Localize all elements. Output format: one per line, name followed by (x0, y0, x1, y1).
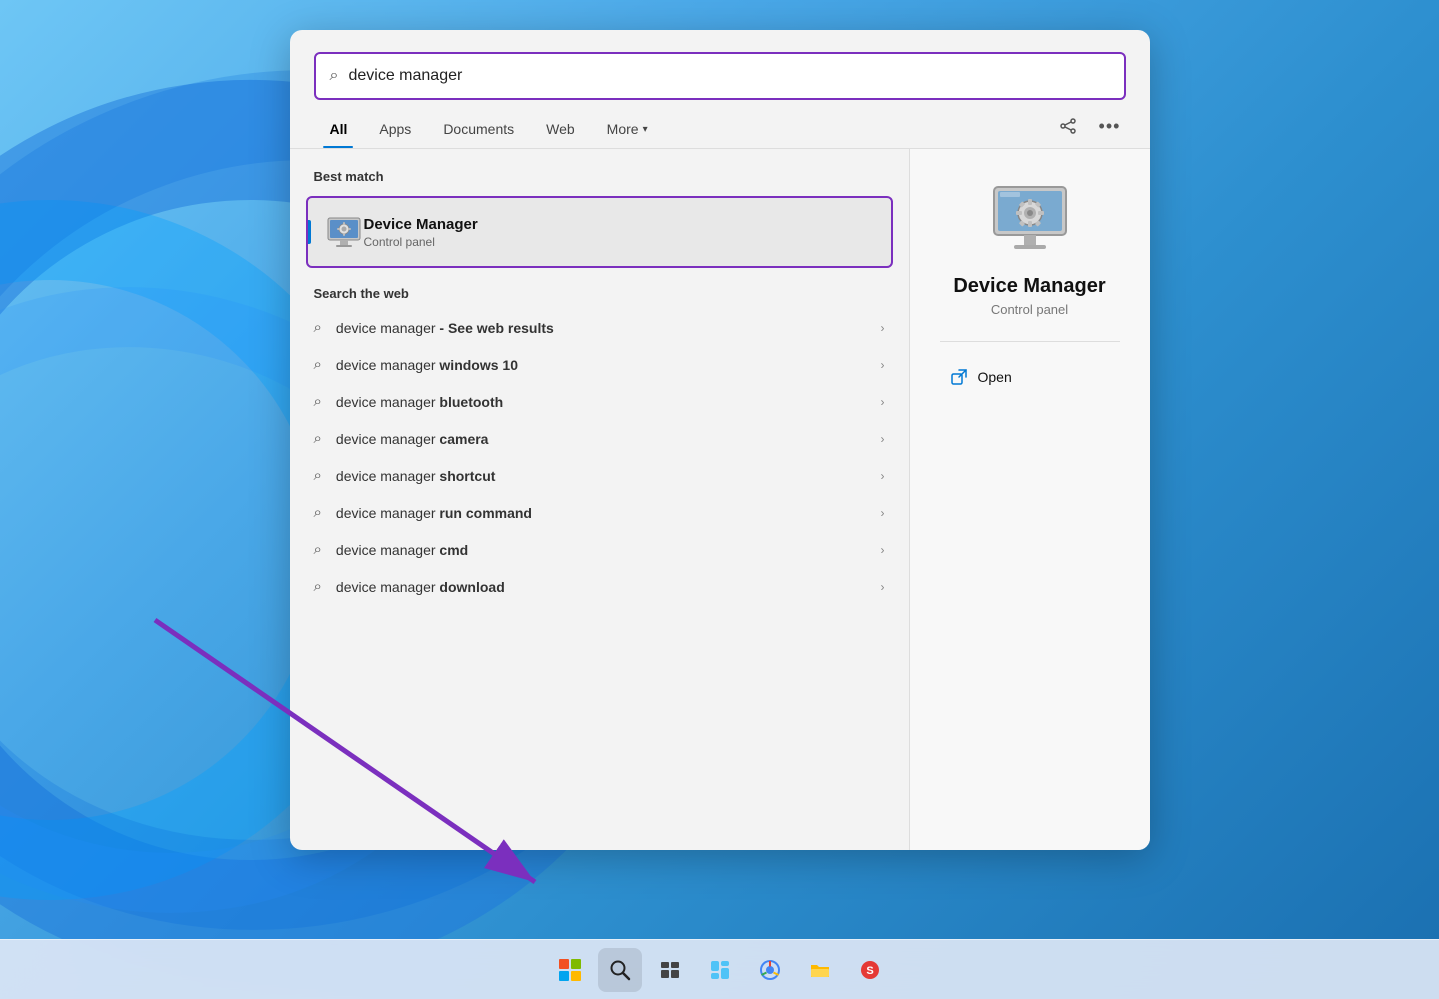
search-taskbar-icon (609, 959, 631, 981)
left-panel: Best match (290, 149, 910, 850)
widgets-button[interactable] (698, 948, 742, 992)
chrome-button[interactable] (748, 948, 792, 992)
chevron-right-icon-5: › (881, 469, 885, 483)
svg-text:S: S (866, 965, 873, 977)
device-manager-large-icon (990, 179, 1070, 259)
chevron-right-icon-4: › (881, 432, 885, 446)
tab-apps[interactable]: Apps (363, 111, 427, 147)
chevron-right-icon-2: › (881, 358, 885, 372)
file-explorer-icon (809, 959, 831, 981)
task-view-icon (659, 959, 681, 981)
chevron-right-icon: › (881, 321, 885, 335)
web-item-text-download: device manager download (336, 579, 867, 595)
tab-more-label: More (607, 121, 639, 137)
web-item-runcommand[interactable]: ⌕ device manager run command › (290, 494, 909, 531)
web-item-text-see-web: device manager - See web results (336, 320, 867, 336)
widgets-icon (709, 959, 731, 981)
tabs-row: All Apps Documents Web More ▾ (290, 110, 1150, 149)
best-match-bar (308, 220, 311, 244)
file-explorer-button[interactable] (798, 948, 842, 992)
search-web-icon-4: ⌕ (314, 430, 322, 447)
open-icon (950, 368, 968, 386)
task-view-button[interactable] (648, 948, 692, 992)
best-match-item[interactable]: Device Manager Control panel (306, 196, 893, 268)
search-web-icon: ⌕ (314, 319, 322, 336)
desktop: ⌕ All Apps Documents Web More ▾ (0, 0, 1439, 999)
search-icon: ⌕ (330, 67, 339, 85)
share-icon-button[interactable] (1052, 110, 1084, 142)
search-bar[interactable]: ⌕ (314, 52, 1126, 100)
ellipsis-icon: ••• (1099, 116, 1121, 137)
best-match-subtitle: Control panel (364, 235, 478, 249)
web-item-windows10[interactable]: ⌕ device manager windows 10 › (290, 346, 909, 383)
open-button[interactable]: Open (940, 362, 1022, 392)
open-label: Open (978, 369, 1012, 385)
web-item-text-cmd: device manager cmd (336, 542, 867, 558)
tab-more[interactable]: More ▾ (591, 111, 664, 147)
search-input[interactable] (348, 67, 1109, 85)
app6-icon: S (859, 959, 881, 981)
web-item-text-bluetooth: device manager bluetooth (336, 394, 867, 410)
search-taskbar-button[interactable] (598, 948, 642, 992)
web-item-cmd[interactable]: ⌕ device manager cmd › (290, 531, 909, 568)
web-item-camera[interactable]: ⌕ device manager camera › (290, 420, 909, 457)
tab-web[interactable]: Web (530, 111, 591, 147)
web-item-see-web[interactable]: ⌕ device manager - See web results › (290, 309, 909, 346)
chevron-right-icon-3: › (881, 395, 885, 409)
tab-all[interactable]: All (314, 111, 364, 147)
web-item-text-runcommand: device manager run command (336, 505, 867, 521)
web-item-download[interactable]: ⌕ device manager download › (290, 568, 909, 605)
web-item-shortcut[interactable]: ⌕ device manager shortcut › (290, 457, 909, 494)
right-app-title: Device Manager (953, 275, 1105, 298)
chrome-icon (759, 959, 781, 981)
search-web-icon-3: ⌕ (314, 393, 322, 410)
web-item-text-shortcut: device manager shortcut (336, 468, 867, 484)
best-match-title: Device Manager (364, 216, 478, 233)
chevron-right-icon-6: › (881, 506, 885, 520)
tab-documents[interactable]: Documents (427, 111, 530, 147)
tabs-icons: ••• (1052, 110, 1126, 148)
main-content: Best match (290, 149, 1150, 850)
chevron-down-icon: ▾ (643, 124, 648, 135)
taskbar: S (0, 939, 1439, 999)
search-web-icon-6: ⌕ (314, 504, 322, 521)
web-item-text-camera: device manager camera (336, 431, 867, 447)
search-web-icon-2: ⌕ (314, 356, 322, 373)
search-web-icon-5: ⌕ (314, 467, 322, 484)
right-app-subtitle: Control panel (991, 302, 1068, 317)
right-panel: Device Manager Control panel Open (910, 149, 1150, 850)
search-bar-container: ⌕ (290, 30, 1150, 100)
search-web-icon-8: ⌕ (314, 578, 322, 595)
web-item-bluetooth[interactable]: ⌕ device manager bluetooth › (290, 383, 909, 420)
chevron-right-icon-8: › (881, 580, 885, 594)
web-item-text-windows10: device manager windows 10 (336, 357, 867, 373)
search-web-icon-7: ⌕ (314, 541, 322, 558)
best-match-info: Device Manager Control panel (364, 216, 478, 249)
best-match-label: Best match (290, 169, 909, 196)
device-manager-icon (324, 212, 364, 252)
start-button[interactable] (548, 948, 592, 992)
windows-logo (559, 959, 581, 981)
more-options-button[interactable]: ••• (1094, 110, 1126, 142)
app6-button[interactable]: S (848, 948, 892, 992)
right-divider (940, 341, 1120, 342)
web-section-label: Search the web (290, 276, 909, 309)
chevron-right-icon-7: › (881, 543, 885, 557)
search-panel: ⌕ All Apps Documents Web More ▾ (290, 30, 1150, 850)
